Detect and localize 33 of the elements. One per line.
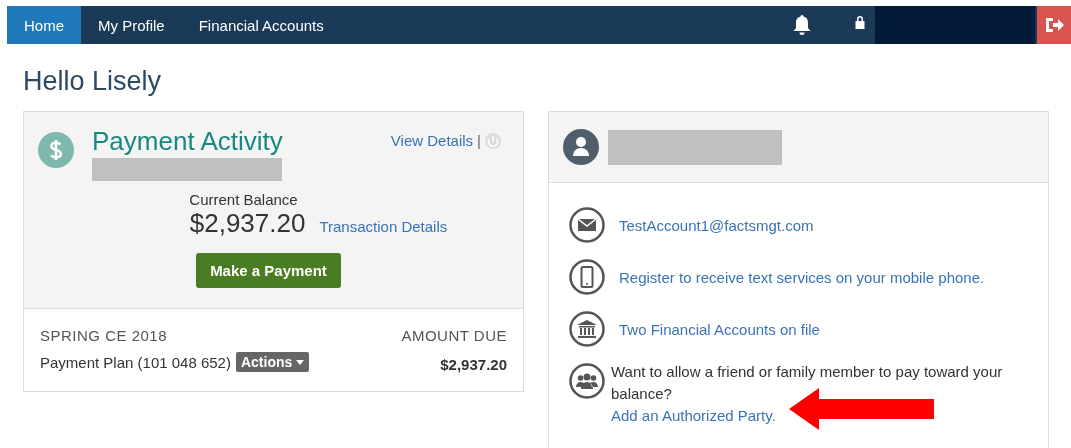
user-icon: [563, 129, 599, 165]
card-title: Payment Activity: [92, 126, 284, 157]
logout-button[interactable]: [1037, 6, 1071, 44]
balance-amount: $2,937.20: [189, 208, 306, 239]
phone-icon: [569, 259, 605, 295]
contact-link[interactable]: Add an Authorized Party.: [611, 405, 776, 427]
view-details-link[interactable]: View Details: [390, 132, 474, 149]
envelope-icon: [569, 207, 605, 243]
actions-button[interactable]: Actions: [235, 352, 310, 372]
transaction-details-link[interactable]: Transaction Details: [319, 218, 448, 235]
sign-out-icon: [1044, 15, 1064, 35]
greeting-heading: Hello Lisely: [23, 66, 163, 97]
bell-icon[interactable]: [792, 14, 812, 36]
lock-icon[interactable]: [854, 15, 866, 29]
bank-icon: [569, 311, 605, 347]
contact-link[interactable]: Two Financial Accounts on file: [619, 320, 820, 338]
amount-due-value: $2,937.20: [440, 356, 507, 373]
nav-tab[interactable]: My Profile: [81, 6, 182, 44]
contact-link[interactable]: TestAccount1@factsmgt.com: [619, 216, 814, 234]
nav-tab[interactable]: Home: [7, 6, 81, 44]
dollar-icon: [38, 132, 74, 168]
nav-tab[interactable]: Financial Accounts: [181, 6, 341, 44]
make-payment-button[interactable]: Make a Payment: [196, 253, 341, 288]
arrow-icon: [789, 388, 934, 430]
balance-label: Current Balance: [189, 191, 298, 208]
group-icon: [569, 363, 605, 399]
separator-text: |: [477, 132, 481, 149]
authorized-party-prompt: Want to allow a friend or family member to pay toward your balance?: [611, 362, 1004, 404]
term-label: SPRING CE 2018: [40, 327, 169, 344]
plan-name: Payment Plan (101 048 652): [40, 353, 231, 371]
contact-link[interactable]: Register to receive text services on your mobile phone.: [619, 268, 985, 286]
caret-icon: [296, 359, 305, 365]
amount-due-label: AMOUNT DUE: [401, 327, 507, 344]
